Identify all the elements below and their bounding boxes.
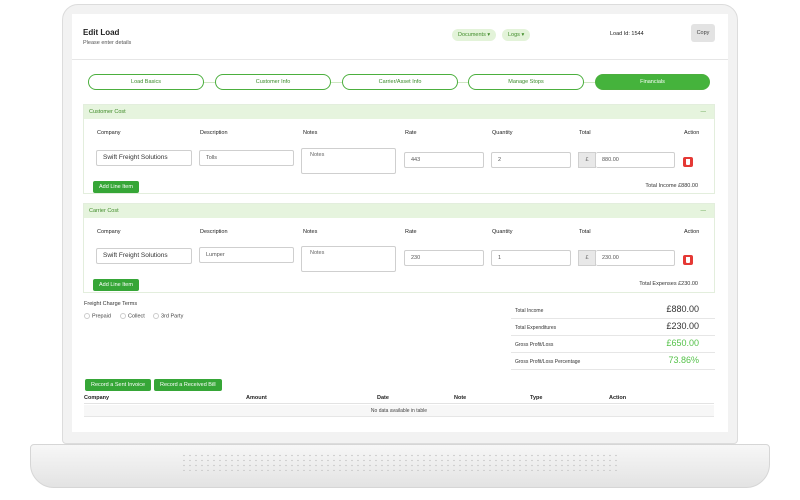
summary-label: Gross Profit/Loss Percentage [515,359,581,365]
app-screen: Edit Load Please enter details Documents… [72,14,728,432]
notes-textarea[interactable]: Notes [301,246,396,272]
radio-collect[interactable]: Collect [120,313,145,319]
radio-circle-icon [84,313,90,319]
summary-value: £880.00 [666,304,699,314]
add-line-item-button[interactable]: Add Line Item [93,181,139,193]
trash-icon[interactable] [683,157,693,167]
chevron-down-icon: ▾ [521,32,525,38]
summary-gross-profit-percentage: Gross Profit/Loss Percentage 73.86% [511,353,715,370]
quantity-input[interactable]: 2 [491,152,571,168]
trash-icon[interactable] [683,255,693,265]
radio-circle-icon [153,313,159,319]
collapse-icon[interactable]: — [701,105,707,119]
summary-value: £650.00 [666,338,699,348]
summary-label: Total Income [515,308,544,314]
page-subtitle: Please enter details [83,40,132,46]
col-total: Total [579,130,591,136]
th-amount: Amount [246,395,267,401]
quantity-input[interactable]: 1 [491,250,571,266]
step-carrier-asset-info[interactable]: Carrier/Asset Info [342,74,458,90]
carrier-cost-title: Carrier Cost [89,208,119,214]
th-type: Type [530,395,543,401]
page-title: Edit Load [83,28,120,37]
step-load-basics[interactable]: Load Basics [88,74,204,90]
col-rate: Rate [405,130,417,136]
col-company: Company [97,229,121,235]
col-notes: Notes [303,130,318,136]
col-company: Company [97,130,121,136]
th-date: Date [377,395,389,401]
invoice-table-empty: No data available in table [84,405,714,417]
radio-prepaid[interactable]: Prepaid [84,313,111,319]
th-company: Company [84,395,110,401]
summary-total-expenditures: Total Expenditures £230.00 [511,319,715,336]
col-notes: Notes [303,229,318,235]
total-income-text: Total Income £880.00 [645,183,698,189]
summary-total-income: Total Income £880.00 [511,302,715,319]
col-action: Action [684,229,700,235]
step-financials[interactable]: Financials [595,74,710,90]
logs-label: Logs [508,32,520,38]
radio-label: Prepaid [92,313,111,320]
summary-value: £230.00 [666,321,699,331]
step-manage-stops[interactable]: Manage Stops [468,74,584,90]
record-sent-invoice-button[interactable]: Record a Sent Invoice [85,379,152,391]
carrier-cost-section: Carrier Cost — Company Description Notes … [83,203,715,293]
documents-dropdown[interactable]: Documents ▾ [452,29,497,41]
col-rate: Rate [405,229,417,235]
record-received-bill-button[interactable]: Record a Received Bill [154,379,222,391]
documents-label: Documents [458,32,486,38]
th-action: Action [609,395,627,401]
col-quantity: Quantity [492,130,513,136]
load-id: Load Id: 1544 [610,31,644,37]
radio-circle-icon [120,313,126,319]
collapse-icon[interactable]: — [701,204,707,218]
summary-label: Total Expenditures [515,325,557,331]
radio-3rd-party[interactable]: 3rd Party [153,313,183,319]
keyboard-texture [181,453,621,471]
step-customer-info[interactable]: Customer Info [215,74,331,90]
col-action: Action [684,130,700,136]
col-description: Description [200,229,228,235]
col-description: Description [200,130,228,136]
col-total: Total [579,229,591,235]
company-select[interactable]: Swift Freight Solutions [96,248,192,264]
total-expenses-text: Total Expenses £230.00 [639,281,698,287]
page-header: Edit Load Please enter details Documents… [72,14,728,60]
freight-terms-title: Freight Charge Terms [84,301,138,307]
summary-gross-profit: Gross Profit/Loss £650.00 [511,336,715,353]
col-quantity: Quantity [492,229,513,235]
notes-textarea[interactable]: Notes [301,148,396,174]
invoice-table-header: Company Amount Date Note Type Action [84,394,714,404]
company-select[interactable]: Swift Freight Solutions [96,150,192,166]
copy-button[interactable]: Copy [691,24,715,42]
laptop-base [30,444,770,488]
summary-value: 73.86% [668,355,699,365]
currency-addon: £ [578,250,596,266]
rate-input[interactable]: 443 [404,152,484,168]
chevron-down-icon: ▾ [487,32,491,38]
customer-cost-header[interactable]: Customer Cost — [84,105,714,119]
rate-input[interactable]: 230 [404,250,484,266]
customer-cost-title: Customer Cost [89,109,126,115]
add-line-item-button[interactable]: Add Line Item [93,279,139,291]
step-nav: Load Basics Customer Info Carrier/Asset … [88,74,710,90]
radio-label: Collect [128,313,145,320]
th-note: Note [454,395,467,401]
description-input[interactable]: Tolls [199,150,294,166]
total-field: 230.00 [596,250,675,266]
logs-dropdown[interactable]: Logs ▾ [502,29,531,41]
total-field: 880.00 [596,152,675,168]
radio-label: 3rd Party [161,313,184,320]
customer-cost-section: Customer Cost — Company Description Notes… [83,104,715,194]
currency-addon: £ [578,152,596,168]
summary-label: Gross Profit/Loss [515,342,554,348]
description-input[interactable]: Lumper [199,247,294,263]
carrier-cost-header[interactable]: Carrier Cost — [84,204,714,218]
